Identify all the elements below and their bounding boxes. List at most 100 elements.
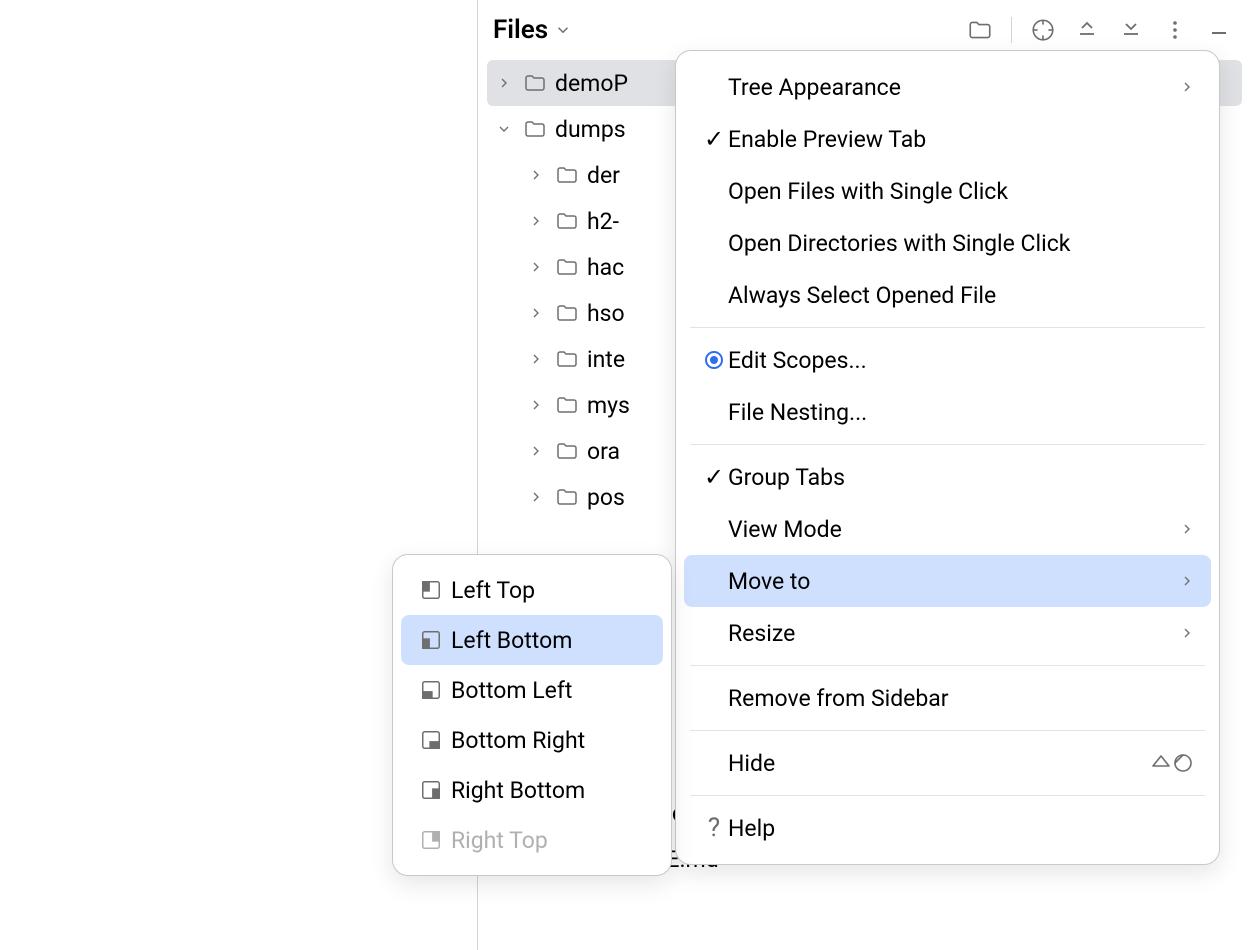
radio-selected-icon <box>700 351 728 369</box>
help-icon: ? <box>700 813 728 843</box>
checkmark-icon: ✓ <box>700 125 728 153</box>
chevron-right-icon <box>525 213 547 229</box>
folder-icon <box>555 163 579 187</box>
menu-help[interactable]: ? Help <box>684 802 1211 854</box>
chevron-down-icon <box>493 121 515 137</box>
chevron-right-icon <box>525 397 547 413</box>
menu-label: View Mode <box>728 516 1179 543</box>
menu-label: Tree Appearance <box>728 74 1179 101</box>
folder-icon <box>523 71 547 95</box>
menu-open-dirs-single-click[interactable]: Open Directories with Single Click <box>684 217 1211 269</box>
dock-bottom-left-icon <box>417 679 445 701</box>
menu-label: Resize <box>728 620 1179 647</box>
menu-label: Edit Scopes... <box>728 347 1195 374</box>
chevron-right-icon <box>525 259 547 275</box>
menu-group-tabs[interactable]: ✓ Group Tabs <box>684 451 1211 503</box>
menu-label: Remove from Sidebar <box>728 685 1195 712</box>
menu-file-nesting[interactable]: File Nesting... <box>684 386 1211 438</box>
folder-icon <box>555 255 579 279</box>
menu-label: Always Select Opened File <box>728 282 1195 309</box>
menu-label: File Nesting... <box>728 399 1195 426</box>
menu-label: Help <box>728 815 1195 842</box>
folder-icon <box>555 347 579 371</box>
submenu-label: Right Bottom <box>451 777 647 804</box>
chevron-right-icon <box>493 75 515 91</box>
folder-icon <box>555 439 579 463</box>
menu-tree-appearance[interactable]: Tree Appearance <box>684 61 1211 113</box>
submenu-left-bottom[interactable]: Left Bottom <box>401 615 663 665</box>
menu-always-select-opened[interactable]: Always Select Opened File <box>684 269 1211 321</box>
options-popup: Tree Appearance ✓ Enable Preview Tab Ope… <box>675 50 1220 865</box>
folder-icon <box>523 117 547 141</box>
chevron-right-icon <box>525 167 547 183</box>
menu-label: Move to <box>728 568 1179 595</box>
menu-label: Open Files with Single Click <box>728 178 1195 205</box>
tree-item-label: dumps <box>555 116 626 143</box>
submenu-label: Bottom Left <box>451 677 647 704</box>
menu-separator <box>690 665 1205 666</box>
menu-open-files-single-click[interactable]: Open Files with Single Click <box>684 165 1211 217</box>
menu-label: Open Directories with Single Click <box>728 230 1195 257</box>
chevron-right-icon <box>525 305 547 321</box>
menu-separator <box>690 730 1205 731</box>
submenu-bottom-right[interactable]: Bottom Right <box>401 715 663 765</box>
checkmark-icon: ✓ <box>700 463 728 491</box>
menu-remove-from-sidebar[interactable]: Remove from Sidebar <box>684 672 1211 724</box>
tree-item-label: pos <box>587 484 625 511</box>
menu-separator <box>690 327 1205 328</box>
menu-move-to[interactable]: Move to <box>684 555 1211 607</box>
menu-enable-preview-tab[interactable]: ✓ Enable Preview Tab <box>684 113 1211 165</box>
submenu-label: Left Bottom <box>451 627 647 654</box>
tree-item-label: hac <box>587 254 624 281</box>
tree-item-label: der <box>587 162 620 189</box>
target-icon[interactable] <box>1026 13 1060 47</box>
expand-all-icon[interactable] <box>1070 13 1104 47</box>
menu-edit-scopes[interactable]: Edit Scopes... <box>684 334 1211 386</box>
dock-right-bottom-icon <box>417 779 445 801</box>
folder-icon <box>555 485 579 509</box>
menu-hide[interactable]: Hide <box>684 737 1211 789</box>
collapse-all-icon[interactable] <box>1114 13 1148 47</box>
submenu-label: Left Top <box>451 577 647 604</box>
menu-separator <box>690 795 1205 796</box>
chevron-right-icon <box>1179 521 1195 537</box>
chevron-down-icon <box>554 21 572 39</box>
dock-right-top-icon <box>417 829 445 851</box>
tree-item-label: hso <box>587 300 625 327</box>
chevron-right-icon <box>525 489 547 505</box>
dock-left-bottom-icon <box>417 629 445 651</box>
chevron-right-icon <box>525 351 547 367</box>
menu-label: Group Tabs <box>728 464 1195 491</box>
menu-resize[interactable]: Resize <box>684 607 1211 659</box>
folder-icon[interactable] <box>963 13 997 47</box>
tree-item-label: inte <box>587 346 625 373</box>
shortcut-icon <box>1151 752 1195 774</box>
files-title-dropdown[interactable]: Files <box>493 15 572 45</box>
chevron-right-icon <box>1179 573 1195 589</box>
submenu-label: Bottom Right <box>451 727 647 754</box>
folder-icon <box>555 393 579 417</box>
files-title-label: Files <box>493 15 548 45</box>
dock-bottom-right-icon <box>417 729 445 751</box>
menu-view-mode[interactable]: View Mode <box>684 503 1211 555</box>
chevron-right-icon <box>1179 625 1195 641</box>
tree-item-label: ora <box>587 438 620 465</box>
menu-label: Hide <box>728 750 1151 777</box>
chevron-right-icon <box>1179 79 1195 95</box>
tree-item-label: mys <box>587 392 630 419</box>
folder-icon <box>555 301 579 325</box>
submenu-bottom-left[interactable]: Bottom Left <box>401 665 663 715</box>
menu-label: Enable Preview Tab <box>728 126 1195 153</box>
toolbar-separator <box>1011 17 1012 43</box>
more-options-icon[interactable] <box>1158 13 1192 47</box>
move-to-submenu: Left Top Left Bottom Bottom Left Bottom … <box>392 554 672 876</box>
chevron-right-icon <box>525 443 547 459</box>
folder-icon <box>555 209 579 233</box>
submenu-left-top[interactable]: Left Top <box>401 565 663 615</box>
submenu-right-bottom[interactable]: Right Bottom <box>401 765 663 815</box>
submenu-label: Right Top <box>451 827 647 854</box>
menu-separator <box>690 444 1205 445</box>
tree-item-label: demoP <box>555 70 628 97</box>
tree-item-label: h2- <box>587 208 619 235</box>
minimize-panel-icon[interactable] <box>1202 13 1236 47</box>
